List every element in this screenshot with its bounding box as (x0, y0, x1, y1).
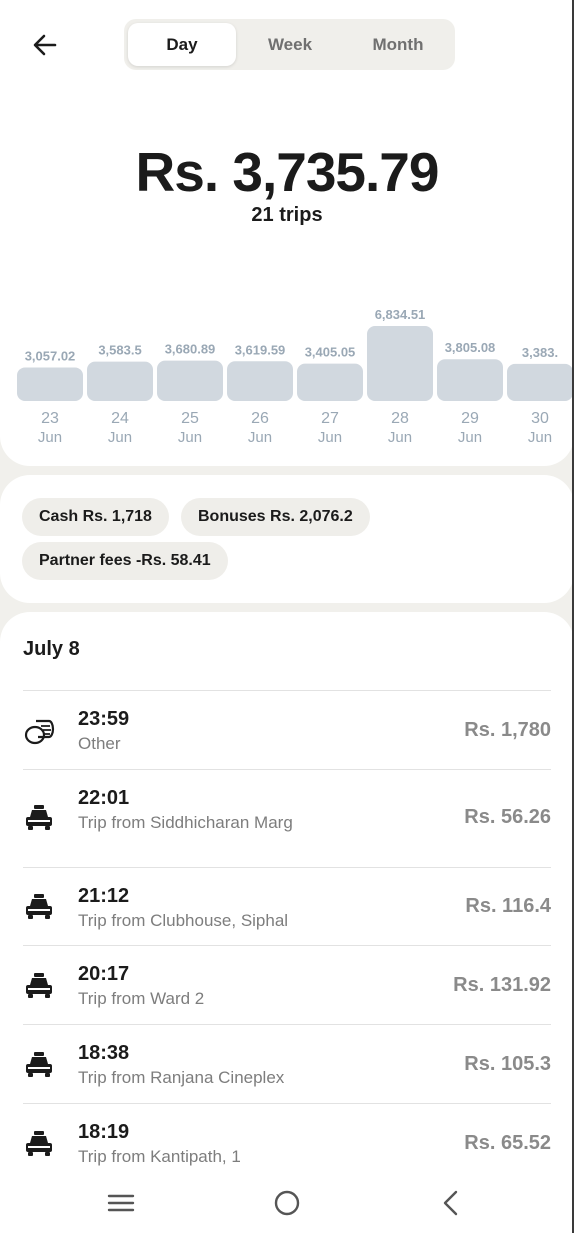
chart-value-label: 3,805.08 (445, 340, 496, 355)
cash-chip[interactable]: Cash Rs. 1,718 (22, 498, 169, 536)
back-chevron-icon (443, 1190, 458, 1216)
chart-bar[interactable] (17, 367, 83, 401)
chart-month-label: Jun (38, 429, 62, 446)
coins-icon (24, 719, 55, 745)
chart-day-label: 29 (461, 410, 479, 427)
transaction-row[interactable]: 20:17 Trip from Ward 2 Rs. 131.92 (23, 945, 551, 1024)
transaction-desc: Trip from Ranjana Cineplex (78, 1068, 285, 1087)
arrow-left-icon (33, 34, 57, 56)
transaction-desc: Other (78, 734, 121, 753)
chart-value-label: 3,619.59 (235, 342, 286, 357)
chart-bar[interactable] (367, 326, 433, 401)
trip-count: 21 trips (251, 204, 323, 226)
transaction-row[interactable]: 21:12 Trip from Clubhouse, Siphal Rs. 11… (23, 867, 551, 945)
chart-day-label: 27 (321, 410, 339, 427)
transaction-amount: Rs. 131.92 (453, 974, 551, 996)
chart-bar[interactable] (87, 361, 153, 401)
chart-day-label: 28 (391, 410, 409, 427)
chart-day-label: 25 (181, 410, 199, 427)
transaction-desc: Trip from Kantipath, 1 (78, 1147, 241, 1166)
transaction-amount: Rs. 56.26 (464, 806, 551, 828)
chart-month-label: Jun (108, 429, 132, 446)
chart-day-label: 30 (531, 410, 549, 427)
chart-month-label: Jun (458, 429, 482, 446)
car-icon (26, 1131, 52, 1156)
chart-month-label: Jun (248, 429, 272, 446)
transaction-amount: Rs. 105.3 (464, 1053, 551, 1075)
period-segmented-control: Day Week Month (124, 19, 455, 70)
chart-bar[interactable] (297, 363, 363, 401)
tab-month[interactable]: Month (344, 23, 452, 66)
transaction-desc: Trip from Clubhouse, Siphal (78, 911, 289, 930)
chart-day-label: 24 (111, 410, 129, 427)
chart-day-label: 23 (41, 410, 59, 427)
transaction-row[interactable]: 23:59 Other Rs. 1,780 (23, 690, 551, 769)
transaction-time: 18:38 (78, 1042, 130, 1064)
chart-bar[interactable] (507, 363, 573, 401)
transaction-time: 21:12 (78, 885, 130, 907)
system-back-button[interactable] (436, 1188, 466, 1218)
chart-value-label: 3,583.5 (98, 343, 141, 358)
chart-value-label: 3,680.89 (165, 342, 216, 357)
chart-month-label: Jun (528, 429, 552, 446)
transaction-time: 23:59 (78, 708, 130, 730)
chart-value-label: 6,834.51 (375, 307, 426, 322)
transaction-desc: Trip from Siddhicharan Marg (78, 813, 293, 832)
chart-bar[interactable] (437, 359, 503, 401)
chart-value-label: 3,405.05 (305, 345, 356, 360)
recent-apps-button[interactable] (106, 1188, 136, 1218)
car-icon (26, 1052, 52, 1077)
chart-bar[interactable] (227, 361, 293, 401)
chart-day-label: 26 (251, 410, 269, 427)
earnings-summary-card: Day Week Month Rs. 3,735.79 21 trips 3,0… (0, 0, 574, 466)
daily-earnings-chart: 3,057.02 23 Jun 3,583.5 24 Jun 3,680.89 25 Jun 3,… (17, 307, 573, 446)
car-icon (26, 973, 52, 998)
total-earnings: Rs. 3,735.79 (135, 141, 440, 203)
transaction-time: 18:19 (78, 1121, 130, 1143)
transaction-amount: Rs. 65.52 (464, 1132, 551, 1154)
chart-value-label: 3,057.02 (25, 348, 76, 363)
transactions-card: July 8 23:59 Other Rs. 1,780 22:01 Trip … (0, 612, 574, 1233)
transaction-time: 22:01 (78, 787, 130, 809)
earnings-breakdown-card: Cash Rs. 1,718 Bonuses Rs. 2,076.2 Partn… (0, 475, 574, 603)
partner-fees-chip[interactable]: Partner fees -Rs. 58.41 (22, 542, 228, 580)
home-button[interactable] (272, 1188, 302, 1218)
car-icon (26, 805, 52, 830)
transaction-amount: Rs. 1,780 (464, 719, 551, 741)
system-nav-bar (0, 1170, 574, 1233)
transaction-row[interactable]: 22:01 Trip from Siddhicharan Marg Rs. 56… (23, 769, 551, 867)
menu-icon (107, 1194, 135, 1212)
home-circle-icon (274, 1190, 300, 1216)
transaction-desc: Trip from Ward 2 (78, 989, 205, 1008)
bonuses-chip[interactable]: Bonuses Rs. 2,076.2 (181, 498, 370, 536)
transaction-row[interactable]: 18:38 Trip from Ranjana Cineplex Rs. 105… (23, 1024, 551, 1103)
date-header: July 8 (23, 638, 80, 660)
transaction-amount: Rs. 116.4 (465, 895, 551, 917)
tab-day[interactable]: Day (128, 23, 236, 66)
chart-month-label: Jun (178, 429, 202, 446)
tab-week[interactable]: Week (236, 23, 344, 66)
back-button[interactable] (30, 30, 60, 60)
transaction-time: 20:17 (78, 963, 130, 985)
car-icon (26, 894, 52, 919)
chart-bar[interactable] (157, 360, 223, 401)
chart-month-label: Jun (318, 429, 342, 446)
chart-value-label: 3,383. (522, 345, 558, 360)
chart-month-label: Jun (388, 429, 412, 446)
